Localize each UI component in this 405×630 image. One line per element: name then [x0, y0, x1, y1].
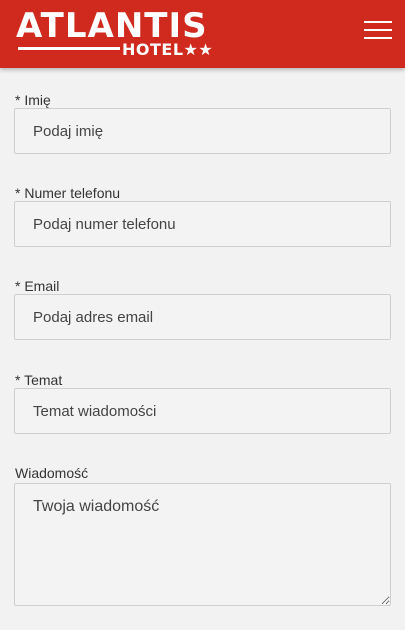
subject-label: * Temat	[15, 372, 63, 388]
hotel-logo[interactable]: ATLANTIS HOTEL★★	[16, 6, 213, 60]
email-label: * Email	[15, 278, 60, 294]
site-header: ATLANTIS HOTEL★★	[0, 0, 405, 68]
logo-title: ATLANTIS	[16, 6, 208, 46]
logo-underline	[18, 47, 120, 50]
phone-input[interactable]	[14, 201, 391, 247]
phone-label: * Numer telefonu	[15, 185, 121, 201]
name-input[interactable]	[14, 108, 391, 154]
message-label: Wiadomość	[15, 465, 89, 481]
logo-subtitle: HOTEL★★	[122, 40, 214, 59]
message-textarea[interactable]	[14, 483, 391, 606]
menu-bar	[364, 37, 392, 39]
menu-bar	[364, 21, 392, 23]
email-input[interactable]	[14, 294, 391, 340]
menu-bar	[364, 29, 392, 31]
name-label: * Imię	[15, 92, 51, 108]
hamburger-menu-icon[interactable]	[364, 18, 394, 42]
subject-input[interactable]	[14, 388, 391, 434]
